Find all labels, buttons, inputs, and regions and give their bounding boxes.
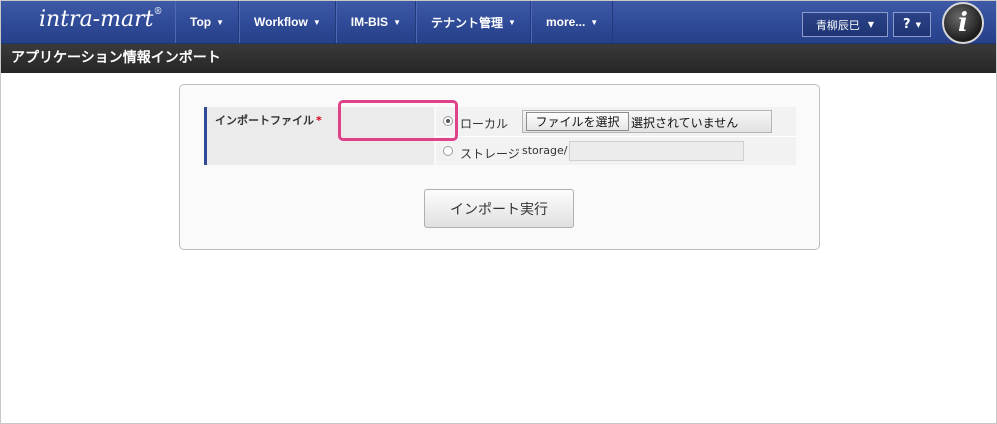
chevron-down-icon: ▼: [216, 17, 225, 27]
menu-more-label: more...: [545, 15, 586, 29]
local-file-row: ローカル ファイルを選択 選択されていません: [436, 107, 796, 137]
file-input[interactable]: ファイルを選択 選択されていません: [522, 110, 772, 133]
menu-im-bis[interactable]: IM-BIS ▼: [335, 1, 416, 43]
import-execute-button[interactable]: インポート実行: [424, 189, 574, 228]
menu-tenant-admin-label: テナント管理: [431, 15, 504, 30]
registered-mark: ®: [153, 7, 163, 17]
menu-workflow-label: Workflow: [254, 15, 308, 29]
brand-icon-letter: i: [958, 8, 968, 38]
required-mark: *: [316, 114, 322, 127]
intra-mart-i-icon[interactable]: i: [942, 2, 984, 44]
page-title: アプリケーション情報インポート: [11, 50, 221, 66]
import-file-value-cell: ローカル ファイルを選択 選択されていません ストレージ storage/: [436, 107, 796, 165]
page-title-bar: アプリケーション情報インポート: [1, 44, 996, 73]
chevron-down-icon: ▼: [867, 20, 875, 29]
help-label: ?: [903, 17, 911, 32]
top-navigation-bar: intra-mart® Top ▼ Workflow ▼ IM-BIS ▼ テナント管…: [1, 1, 996, 44]
chevron-down-icon: ▼: [590, 17, 599, 27]
highlight-frame: [338, 100, 458, 141]
choose-file-button[interactable]: ファイルを選択: [526, 112, 629, 131]
menu-tenant-admin[interactable]: テナント管理 ▼: [416, 1, 531, 43]
chevron-down-icon: ▼: [312, 17, 321, 27]
storage-row: ストレージ storage/: [436, 137, 796, 165]
intra-mart-logo[interactable]: intra-mart®: [39, 7, 162, 32]
storage-radio[interactable]: [443, 146, 453, 156]
menu-top-label: Top: [190, 15, 212, 29]
chevron-down-icon: ▼: [393, 17, 401, 27]
menu-more[interactable]: more... ▼: [530, 1, 614, 43]
global-menu: Top ▼ Workflow ▼ IM-BIS ▼ テナント管理 ▼ more... ▼: [175, 1, 614, 43]
chevron-down-icon: ▼: [915, 20, 921, 29]
help-button[interactable]: ? ▼: [893, 12, 931, 37]
storage-prefix: storage/: [522, 144, 568, 157]
user-menu-button[interactable]: 青柳辰巳 ▼: [802, 12, 888, 37]
import-form-panel: インポートファイル * ローカル ファイルを選択 選択されていません ストレージ …: [179, 84, 820, 250]
menu-top[interactable]: Top ▼: [175, 1, 240, 43]
file-status-text: 選択されていません: [631, 116, 739, 130]
storage-radio-label[interactable]: ストレージ: [460, 145, 520, 162]
import-execute-label: インポート実行: [450, 201, 548, 218]
local-radio-label[interactable]: ローカル: [460, 115, 508, 132]
user-name: 青柳辰巳: [815, 18, 860, 32]
choose-file-button-label: ファイルを選択: [535, 115, 620, 129]
import-file-label: インポートファイル: [215, 114, 314, 127]
chevron-down-icon: ▼: [508, 17, 516, 27]
menu-im-bis-label: IM-BIS: [350, 15, 389, 29]
storage-path-input[interactable]: [569, 141, 744, 161]
logo-text: intra-mart: [39, 7, 154, 32]
menu-workflow[interactable]: Workflow ▼: [239, 1, 336, 43]
